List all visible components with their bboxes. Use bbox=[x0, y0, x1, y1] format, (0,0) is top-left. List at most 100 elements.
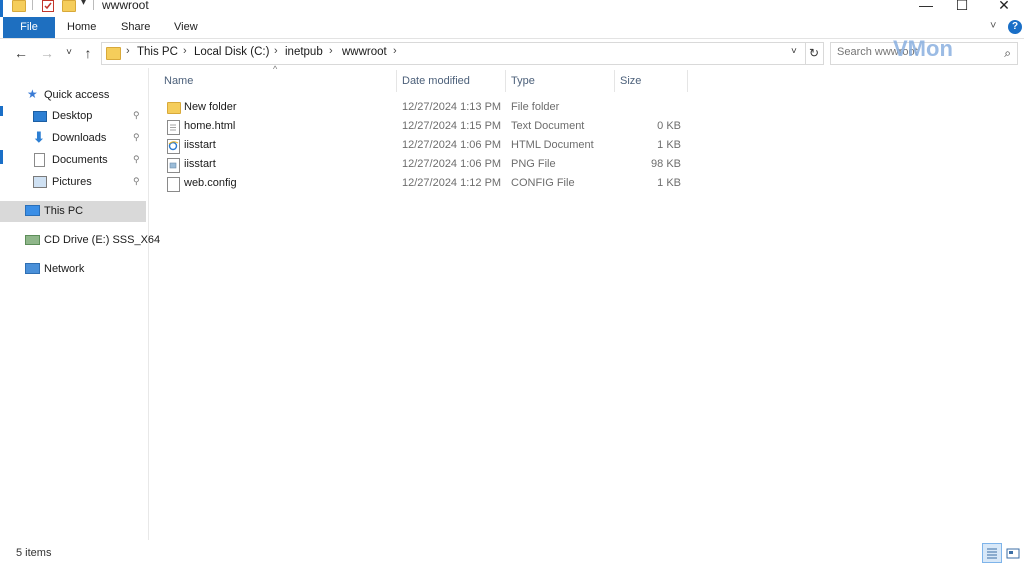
file-type: File folder bbox=[511, 101, 560, 113]
file-type: HTML Document bbox=[511, 139, 594, 151]
network-icon bbox=[25, 263, 40, 274]
file-row-new-folder[interactable]: New folder 12/27/2024 1:13 PM File folde… bbox=[164, 98, 688, 117]
toolbar-divider bbox=[93, 0, 94, 10]
breadcrumb-wwwroot[interactable]: wwwroot bbox=[342, 46, 387, 58]
back-button[interactable]: ← bbox=[12, 44, 30, 62]
file-name: home.html bbox=[184, 120, 236, 132]
address-dropdown-icon[interactable]: ˅ bbox=[791, 46, 797, 57]
tab-share[interactable]: Share bbox=[121, 17, 150, 38]
file-date: 12/27/2024 1:12 PM bbox=[402, 177, 502, 189]
nav-item-label: Desktop bbox=[52, 110, 93, 122]
file-size: 1 KB bbox=[657, 139, 681, 151]
status-item-count: 5 items bbox=[16, 547, 52, 559]
toolbar-divider bbox=[32, 0, 33, 10]
file-size: 0 KB bbox=[657, 120, 681, 132]
file-row-home-html[interactable]: home.html 12/27/2024 1:15 PM Text Docume… bbox=[164, 117, 688, 136]
file-date: 12/27/2024 1:15 PM bbox=[402, 120, 502, 132]
ribbon-expand-icon[interactable]: ˅ bbox=[990, 20, 996, 32]
address-folder-icon bbox=[106, 47, 121, 60]
breadcrumb-this-pc[interactable]: This PC bbox=[137, 46, 178, 58]
maximize-button[interactable]: ☐ bbox=[948, 0, 976, 13]
file-type: PNG File bbox=[511, 158, 556, 170]
window-edge-accent bbox=[0, 0, 3, 18]
large-icons-view-button[interactable] bbox=[1003, 543, 1023, 563]
file-row-iisstart-html[interactable]: iisstart 12/27/2024 1:06 PM HTML Documen… bbox=[164, 136, 688, 155]
close-button[interactable]: ✕ bbox=[990, 0, 1018, 13]
search-icon[interactable]: ⌕ bbox=[1004, 46, 1011, 61]
refresh-button[interactable]: ↻ bbox=[805, 42, 824, 65]
tab-home[interactable]: Home bbox=[67, 17, 96, 38]
file-size: 98 KB bbox=[651, 158, 681, 170]
nav-item-quick-access[interactable]: ★ Quick access bbox=[0, 85, 146, 106]
nav-item-network[interactable]: Network bbox=[0, 259, 146, 280]
title-bar: ▾ wwwroot — ☐ ✕ bbox=[0, 0, 1024, 18]
column-header-size[interactable]: Size bbox=[620, 68, 686, 94]
column-divider[interactable] bbox=[505, 70, 506, 92]
nav-item-pictures[interactable]: Pictures ⚲ bbox=[0, 172, 146, 193]
forward-button[interactable]: → bbox=[38, 44, 56, 62]
breadcrumb-separator[interactable]: › bbox=[329, 45, 333, 57]
properties-check-icon[interactable] bbox=[42, 0, 54, 12]
column-divider[interactable] bbox=[687, 70, 688, 92]
folder-icon bbox=[167, 102, 181, 114]
computer-icon bbox=[25, 205, 40, 216]
pin-icon: ⚲ bbox=[133, 176, 140, 186]
nav-item-label: Quick access bbox=[44, 89, 110, 101]
pin-icon: ⚲ bbox=[133, 132, 140, 142]
breadcrumb-separator[interactable]: › bbox=[126, 45, 130, 57]
minimize-button[interactable]: — bbox=[912, 0, 940, 13]
watermark-logo: VMon bbox=[893, 36, 953, 61]
nav-item-label: Network bbox=[44, 263, 85, 275]
text-file-icon bbox=[167, 120, 180, 135]
breadcrumb-separator[interactable]: › bbox=[183, 45, 187, 57]
column-header-name[interactable]: Name bbox=[164, 68, 396, 94]
nav-item-this-pc[interactable]: This PC bbox=[0, 201, 146, 222]
nav-item-label: Documents bbox=[52, 154, 108, 166]
folder-icon[interactable] bbox=[12, 0, 26, 12]
cd-drive-icon bbox=[25, 235, 40, 245]
column-header-type[interactable]: Type bbox=[511, 68, 613, 94]
nav-item-documents[interactable]: Documents ⚲ bbox=[0, 150, 146, 171]
tab-file[interactable]: File bbox=[3, 17, 55, 38]
documents-icon bbox=[34, 153, 45, 167]
pictures-icon bbox=[33, 176, 47, 188]
nav-item-cd-drive[interactable]: CD Drive (E:) SSS_X64 bbox=[0, 230, 160, 251]
column-divider[interactable] bbox=[614, 70, 615, 92]
navigation-pane: ★ Quick access Desktop ⚲ ⬇ Downloads ⚲ D… bbox=[0, 68, 160, 540]
png-file-icon bbox=[167, 158, 180, 173]
address-bar[interactable]: › This PC › Local Disk (C:) › inetpub › … bbox=[101, 42, 806, 65]
recent-locations-button[interactable]: ˅ bbox=[60, 44, 78, 62]
breadcrumb-separator[interactable]: › bbox=[393, 45, 397, 57]
file-name: New folder bbox=[184, 101, 237, 113]
details-view-icon bbox=[987, 548, 997, 559]
ribbon-tabs: File Home Share View ˅ ? bbox=[0, 17, 1024, 39]
nav-item-label: Downloads bbox=[52, 132, 107, 144]
window-title: wwwroot bbox=[102, 0, 149, 12]
customize-dropdown-icon[interactable]: ▾ bbox=[81, 0, 86, 8]
breadcrumb-inetpub[interactable]: inetpub bbox=[285, 46, 323, 58]
nav-item-downloads[interactable]: ⬇ Downloads ⚲ bbox=[0, 128, 146, 149]
pin-icon: ⚲ bbox=[133, 154, 140, 164]
large-icons-view-icon bbox=[1006, 548, 1020, 559]
nav-item-desktop[interactable]: Desktop ⚲ bbox=[0, 106, 146, 127]
desktop-icon bbox=[33, 111, 47, 122]
column-divider[interactable] bbox=[396, 70, 397, 92]
tab-view[interactable]: View bbox=[174, 17, 198, 38]
window-edge-accent bbox=[0, 106, 3, 116]
breadcrumb-separator[interactable]: › bbox=[274, 45, 278, 57]
file-date: 12/27/2024 1:13 PM bbox=[402, 101, 502, 113]
file-date: 12/27/2024 1:06 PM bbox=[402, 158, 502, 170]
file-row-iisstart-png[interactable]: iisstart 12/27/2024 1:06 PM PNG File 98 … bbox=[164, 155, 688, 174]
up-button[interactable]: ↑ bbox=[79, 44, 97, 62]
breadcrumb-local-disk[interactable]: Local Disk (C:) bbox=[194, 46, 269, 58]
column-header-date[interactable]: Date modified bbox=[402, 68, 504, 94]
nav-item-label: This PC bbox=[44, 205, 84, 217]
file-row-web-config[interactable]: web.config 12/27/2024 1:12 PM CONFIG Fil… bbox=[164, 174, 688, 193]
star-icon: ★ bbox=[27, 87, 38, 101]
pin-icon: ⚲ bbox=[133, 110, 140, 120]
file-size: 1 KB bbox=[657, 177, 681, 189]
new-folder-icon[interactable] bbox=[62, 0, 76, 12]
file-type: CONFIG File bbox=[511, 177, 575, 189]
help-icon[interactable]: ? bbox=[1008, 20, 1022, 34]
details-view-button[interactable] bbox=[982, 543, 1002, 563]
